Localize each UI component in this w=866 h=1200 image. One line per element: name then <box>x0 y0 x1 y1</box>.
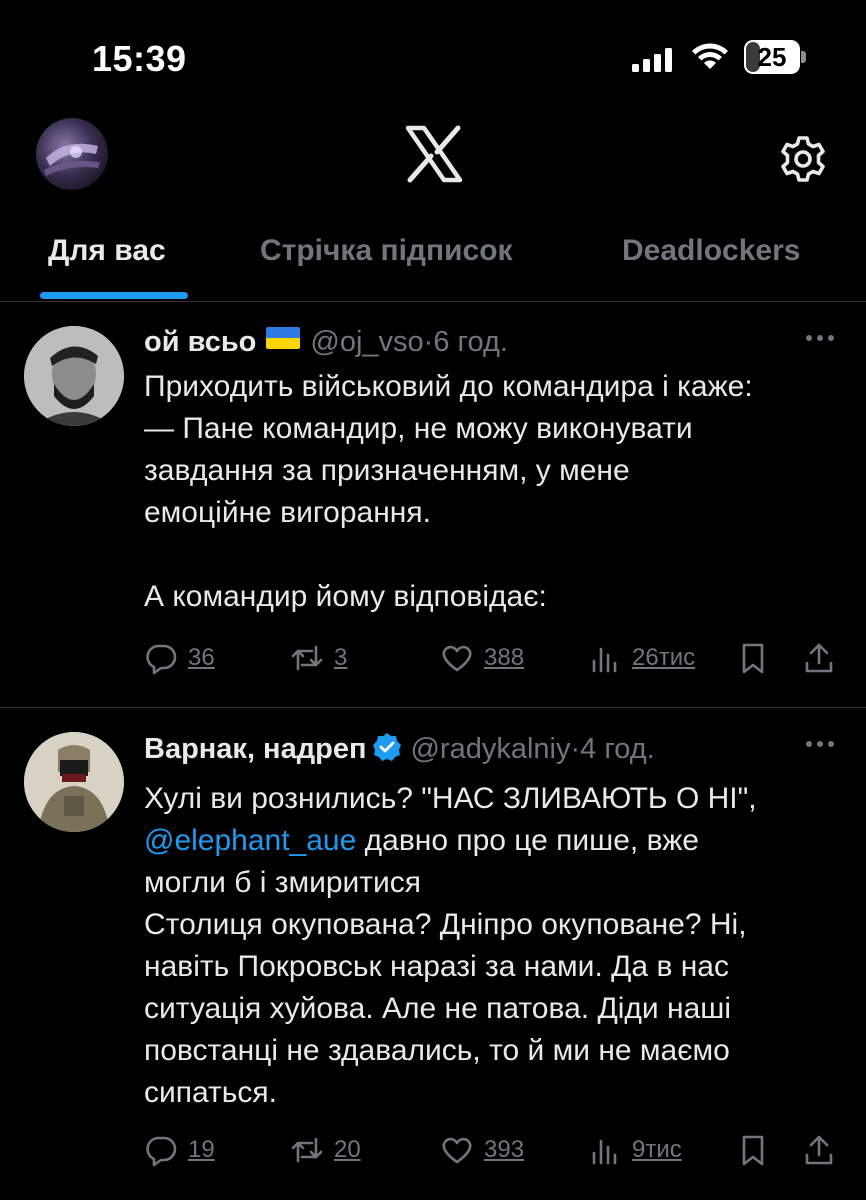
verified-badge-icon <box>373 733 402 761</box>
post-meta: ой всьо @oj_vso·6 год. <box>144 326 508 366</box>
views-chart-icon <box>592 647 617 673</box>
post-actions: 36 3 388 26тис <box>0 636 866 680</box>
post-time[interactable]: 6 год. <box>433 326 508 358</box>
reply-icon <box>146 1136 177 1167</box>
gear-icon[interactable] <box>778 134 828 184</box>
share-button[interactable] <box>802 636 836 680</box>
reply-button[interactable]: 19 <box>144 1128 215 1172</box>
more-options-icon[interactable] <box>804 328 836 348</box>
bookmark-icon <box>742 1135 764 1166</box>
views-button[interactable]: 26тис <box>588 636 695 680</box>
top-header <box>0 110 866 210</box>
heart-icon <box>442 1137 472 1164</box>
author-name[interactable]: Варнак, надреп <box>144 733 366 765</box>
cellular-signal-icon <box>632 48 672 72</box>
repost-icon <box>291 645 323 671</box>
mention-link[interactable]: @elephant_aue <box>144 824 356 857</box>
post-text-line: повстанці не здавались, то й ми не маємо <box>144 1034 730 1067</box>
ukraine-flag-icon <box>266 327 301 349</box>
tab-deadlockers[interactable]: Deadlockers <box>622 234 800 268</box>
post-text-line: @elephant_aue давно про це пише, вже <box>144 820 844 862</box>
post-text-line: емоційне вигорання. <box>144 496 431 529</box>
post-time[interactable]: 4 год. <box>580 733 655 765</box>
reply-count: 36 <box>188 644 215 671</box>
heart-icon <box>442 645 472 672</box>
bookmark-button[interactable] <box>736 636 770 680</box>
author-handle[interactable]: @radykalniy <box>410 733 570 765</box>
like-count: 388 <box>484 644 525 671</box>
post-text-line: Приходить військовий до командира і каже… <box>144 370 753 403</box>
bookmark-button[interactable] <box>736 1128 770 1172</box>
post-text-blank-line <box>144 534 844 576</box>
wifi-icon <box>692 43 728 69</box>
author-avatar[interactable] <box>24 326 124 426</box>
post-text-line: — Пане командир, не можу виконувати <box>144 412 693 445</box>
like-count: 393 <box>484 1136 525 1163</box>
views-count: 26тис <box>632 644 696 671</box>
like-button[interactable]: 388 <box>440 636 524 680</box>
bookmark-icon <box>742 643 764 674</box>
post-text-line: ситуація хуйова. Але не патова. Діди наш… <box>144 992 732 1025</box>
reply-count: 19 <box>188 1136 215 1163</box>
post[interactable]: Варнак, надреп @radykalniy·4 год. Хулі ви… <box>0 708 866 1200</box>
avatar-image <box>44 143 100 176</box>
author-handle[interactable]: @oj_vso <box>310 326 423 358</box>
tab-for-you[interactable]: Для вас <box>48 234 166 268</box>
views-count: 9тис <box>632 1136 682 1163</box>
post-text-line: сипаться. <box>144 1076 277 1109</box>
reply-button[interactable]: 36 <box>144 636 215 680</box>
post-meta: Варнак, надреп @radykalniy·4 год. <box>144 732 655 772</box>
post-text-line: навіть Покровськ наразі за нами. Да в на… <box>144 950 729 983</box>
separator-dot: · <box>570 733 581 765</box>
post-text-fragment: давно про це пише, вже <box>356 824 699 857</box>
avatar-image <box>24 326 124 426</box>
separator-dot: · <box>423 326 434 358</box>
post-text: Хулі ви рознились? "НАС ЗЛИВАЮТЬ О НІ", … <box>144 778 844 1114</box>
repost-count: 3 <box>334 644 348 671</box>
share-icon <box>805 643 833 673</box>
avatar-image <box>24 732 124 832</box>
author-name[interactable]: ой всьо <box>144 326 256 358</box>
post-text-line: завдання за призначенням, у мене <box>144 454 630 487</box>
repost-icon <box>291 1137 323 1163</box>
post-text-line: могли б і змиритися <box>144 866 422 899</box>
repost-button[interactable]: 3 <box>290 636 347 680</box>
battery-cap <box>801 51 806 63</box>
author-avatar[interactable] <box>24 732 124 832</box>
timeline-tabs: Для вас Стрічка підписок Deadlockers <box>0 210 866 302</box>
post-text-line: Столиця окупована? Дніпро окуповане? Ні, <box>144 908 747 941</box>
share-icon <box>805 1135 833 1165</box>
post-text-line: Хулі ви рознились? "НАС ЗЛИВАЮТЬ О НІ", <box>144 782 757 815</box>
views-chart-icon <box>592 1139 617 1165</box>
active-tab-indicator <box>40 292 188 299</box>
profile-avatar-button[interactable] <box>36 118 108 190</box>
repost-count: 20 <box>334 1136 361 1163</box>
status-time: 15:39 <box>92 38 187 79</box>
battery-indicator: 25 <box>744 40 806 74</box>
views-button[interactable]: 9тис <box>588 1128 682 1172</box>
post-actions: 19 20 393 9тис <box>0 1128 866 1172</box>
tab-following[interactable]: Стрічка підписок <box>260 234 513 268</box>
repost-button[interactable]: 20 <box>290 1128 361 1172</box>
post-text: Приходить військовий до командира і каже… <box>144 366 844 618</box>
more-options-icon[interactable] <box>804 734 836 754</box>
like-button[interactable]: 393 <box>440 1128 524 1172</box>
post-text-line: А командир йому відповідає: <box>144 580 547 613</box>
share-button[interactable] <box>802 1128 836 1172</box>
status-bar: 15:39 25 <box>0 0 866 110</box>
battery-level: 25 <box>757 42 787 72</box>
reply-icon <box>146 644 177 675</box>
x-logo-icon[interactable] <box>404 124 464 184</box>
post[interactable]: ой всьо @oj_vso·6 год. Приходить військов… <box>0 302 866 708</box>
